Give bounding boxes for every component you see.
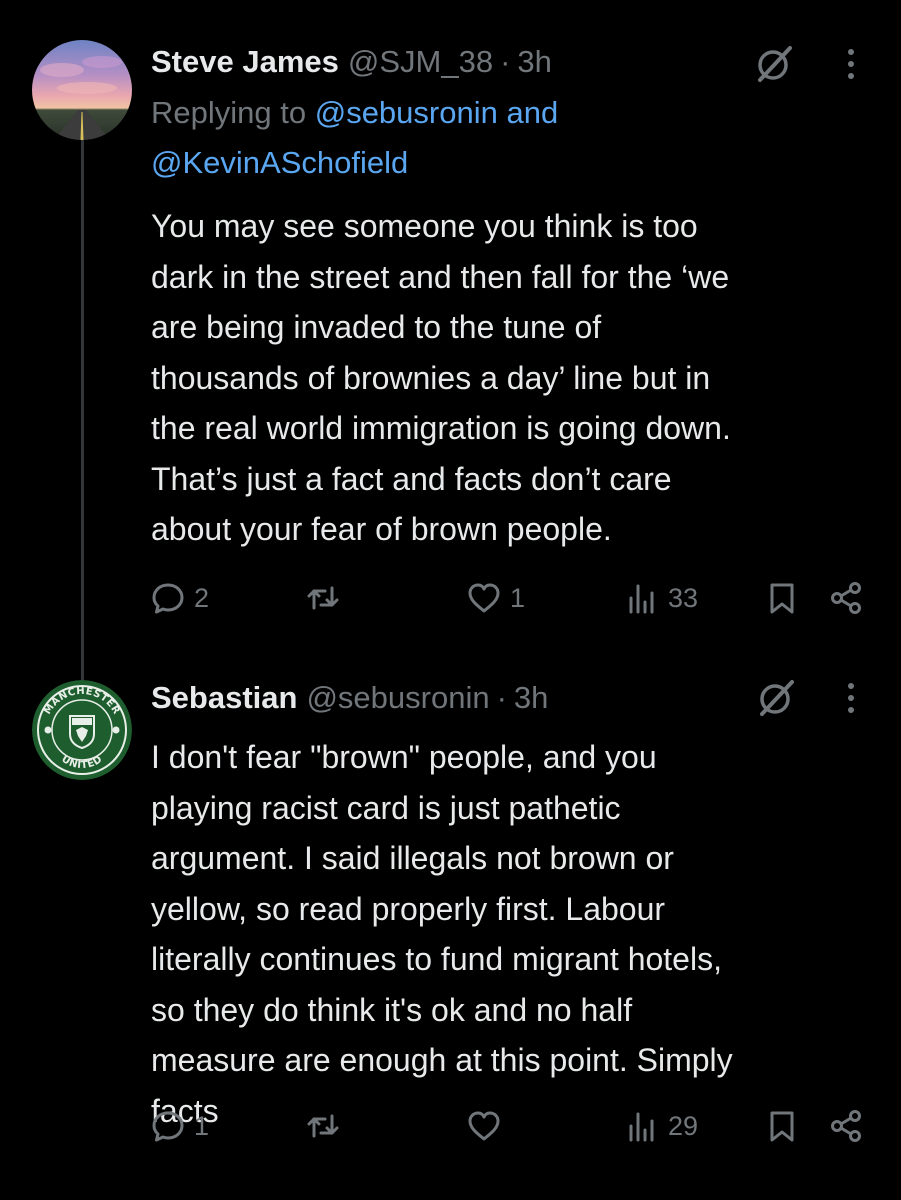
tweet-action-bar: 1 29	[0, 1101, 901, 1151]
tweet-steve-james[interactable]: Steve James @SJM_38 · 3h Replying to @se…	[0, 0, 901, 660]
avatar-landscape[interactable]	[32, 40, 132, 140]
separator-dot: ·	[500, 44, 511, 79]
tweet-text: I don't fear "brown" people, and you pla…	[151, 739, 733, 1129]
tweet-sebastian[interactable]: MANCHESTER UNITED Sebastian @sebusronin …	[0, 660, 901, 1200]
user-handle[interactable]: @SJM_38	[348, 42, 493, 82]
share-button[interactable]	[828, 573, 864, 623]
share-icon	[831, 1110, 861, 1142]
timestamp[interactable]: 3h	[514, 678, 548, 718]
tweet-header: Steve James @SJM_38 · 3h	[151, 42, 552, 82]
grok-icon[interactable]	[752, 42, 796, 86]
retweet-icon	[307, 586, 339, 610]
like-button[interactable]	[466, 1101, 510, 1151]
bookmark-button[interactable]	[764, 573, 800, 623]
like-button[interactable]: 1	[466, 573, 525, 623]
bookmark-button[interactable]	[764, 1101, 800, 1151]
views-button[interactable]: 29	[624, 1101, 698, 1151]
like-count: 1	[510, 582, 526, 613]
separator-dot: ·	[496, 680, 507, 715]
view-count: 33	[668, 582, 699, 613]
retweet-button[interactable]	[305, 573, 341, 623]
grok-icon[interactable]	[754, 676, 798, 720]
avatar-road-sunset-image	[32, 40, 132, 140]
speech-bubble-icon	[152, 1111, 184, 1142]
heart-icon	[468, 583, 500, 613]
speech-bubble-icon	[152, 583, 184, 614]
reply-button[interactable]: 2	[150, 573, 209, 623]
views-button[interactable]: 33	[624, 573, 698, 623]
reply-count: 1	[194, 1110, 210, 1141]
share-icon	[831, 582, 861, 614]
avatar-club-badge[interactable]: MANCHESTER UNITED	[32, 680, 132, 780]
mention-link-sebusronin[interactable]: @sebusronin	[315, 95, 498, 130]
mention-link-kevinaschofield[interactable]: @KevinASchofield	[151, 145, 408, 180]
more-options-icon[interactable]	[845, 678, 857, 718]
mention-and[interactable]: and	[506, 95, 558, 130]
reply-count: 2	[194, 582, 210, 613]
reply-button[interactable]: 1	[150, 1101, 209, 1151]
bar-chart-icon	[629, 1112, 654, 1142]
tweet-action-bar: 2 1 33	[0, 573, 901, 623]
tweet-header: Sebastian @sebusronin · 3h	[151, 678, 548, 718]
display-name[interactable]: Sebastian	[151, 678, 297, 718]
replying-prefix: Replying to	[151, 95, 307, 130]
share-button[interactable]	[828, 1101, 864, 1151]
bar-chart-icon	[629, 584, 654, 614]
view-count: 29	[668, 1110, 699, 1141]
more-options-icon[interactable]	[845, 44, 857, 84]
bookmark-icon	[770, 583, 794, 614]
bookmark-icon	[770, 1111, 794, 1142]
retweet-icon	[307, 1114, 339, 1138]
manchester-united-badge-image: MANCHESTER UNITED	[32, 680, 132, 780]
user-handle[interactable]: @sebusronin	[306, 678, 489, 718]
heart-icon	[468, 1111, 500, 1141]
replying-to-line: Replying to @sebusronin and @KevinASchof…	[151, 88, 771, 188]
retweet-button[interactable]	[305, 1101, 341, 1151]
tweet-text: You may see someone you think is too dar…	[151, 208, 731, 547]
timestamp[interactable]: 3h	[517, 42, 551, 82]
display-name[interactable]: Steve James	[151, 42, 339, 82]
